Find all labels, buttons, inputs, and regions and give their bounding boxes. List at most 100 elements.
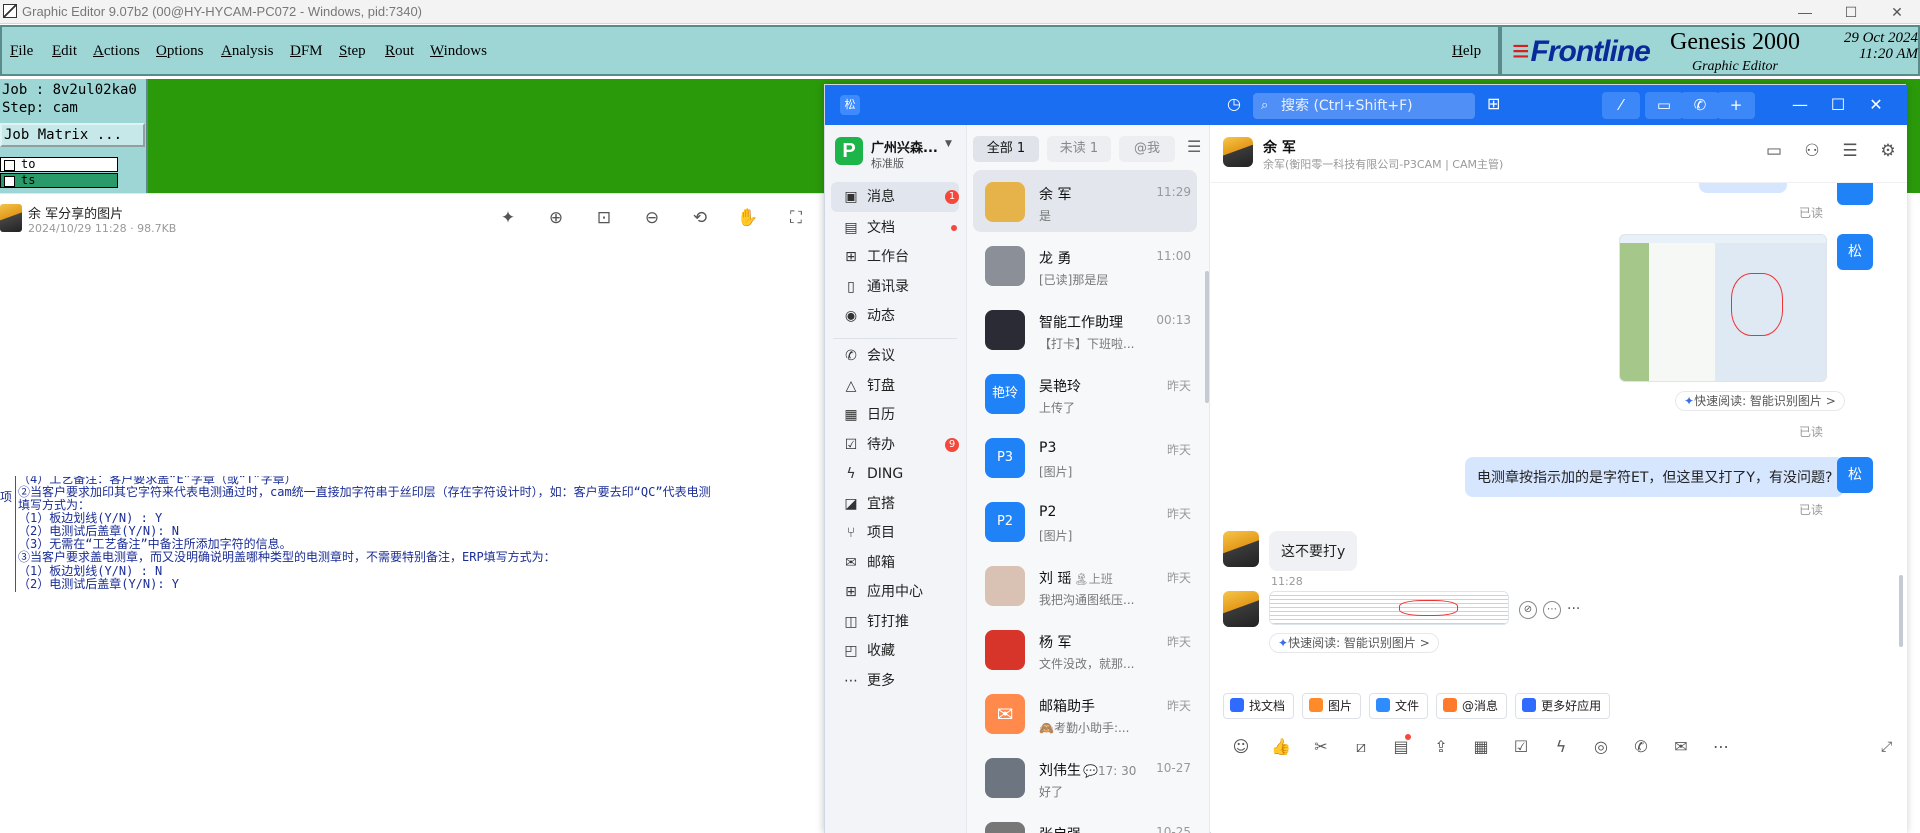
zoom-out-icon[interactable]: ⊖ bbox=[628, 206, 676, 230]
folder-icon[interactable]: ▭ bbox=[1755, 141, 1793, 161]
call-button[interactable]: ✆ bbox=[1681, 92, 1719, 119]
more-actions-icon[interactable]: ··· bbox=[1567, 601, 1580, 617]
todo-icon[interactable]: ☑ bbox=[1501, 737, 1541, 757]
sidebar-item-meeting[interactable]: ✆ 会议 bbox=[831, 341, 959, 371]
chat-scrollbar[interactable] bbox=[1899, 575, 1903, 647]
close-icon[interactable]: ✕ bbox=[1861, 93, 1891, 117]
menu-step[interactable]: Step bbox=[339, 43, 366, 60]
minimize-icon[interactable]: — bbox=[1785, 93, 1815, 117]
conversation-item[interactable]: P2 P2 昨天 [图片] bbox=[973, 490, 1197, 552]
close-icon[interactable]: ✕ bbox=[1874, 0, 1920, 24]
maximize-icon[interactable]: ☐ bbox=[1823, 93, 1853, 117]
conversation-item[interactable]: 张启强 10-25 bbox=[973, 810, 1197, 833]
conversation-item[interactable]: 刘 瑶 🏝上班 昨天 我把沟通图纸压... bbox=[973, 554, 1197, 616]
conversation-item[interactable]: ✉ 邮箱助手 昨天 🙈考勤小助手:... bbox=[973, 682, 1197, 744]
settings-icon[interactable]: ⚙ bbox=[1869, 141, 1907, 161]
image-button[interactable]: 图片 bbox=[1302, 693, 1362, 719]
image-message[interactable] bbox=[1269, 591, 1509, 625]
sidebar-item-yida[interactable]: ◪ 宜搭 bbox=[831, 489, 959, 519]
sidebar-item-ding[interactable]: ϟ DING bbox=[831, 459, 959, 489]
sidebar-item-contacts[interactable]: ▯ 通讯录 bbox=[831, 272, 959, 302]
like-icon[interactable]: 👍 bbox=[1261, 737, 1301, 757]
filter-all[interactable]: 全部 1 bbox=[973, 136, 1039, 162]
sidebar-item-feed[interactable]: ◉ 动态 bbox=[831, 301, 959, 331]
avatar[interactable] bbox=[1223, 531, 1259, 567]
find-doc-button[interactable]: 找文档 bbox=[1223, 693, 1295, 719]
conversation-item[interactable]: 杨 军 昨天 文件没改，就那... bbox=[973, 618, 1197, 680]
menu-file[interactable]: File bbox=[10, 43, 33, 60]
search-input[interactable]: ⌕ 搜索 (Ctrl+Shift+F) bbox=[1253, 93, 1475, 119]
location-icon[interactable]: ◎ bbox=[1581, 737, 1621, 757]
menu-dfm[interactable]: DFM bbox=[290, 43, 323, 60]
mention-button[interactable]: @消息 bbox=[1436, 693, 1508, 719]
avatar[interactable] bbox=[1223, 591, 1259, 627]
sidebar-item-favorites[interactable]: ◰ 收藏 bbox=[831, 636, 959, 666]
menu-rout[interactable]: Rout bbox=[385, 43, 414, 60]
sidebar-item-docs[interactable]: ▤ 文档 bbox=[831, 213, 959, 243]
call-icon[interactable]: ✆ bbox=[1621, 737, 1661, 757]
emoji-icon[interactable]: ☺ bbox=[1221, 737, 1261, 757]
sidebar-item-mail[interactable]: ✉ 邮箱 bbox=[831, 548, 959, 578]
conversation-item[interactable]: 刘伟生 💬17: 30 10-27 好了 bbox=[973, 746, 1197, 808]
sidebar-item-project[interactable]: ⑂ 项目 bbox=[831, 518, 959, 548]
conversation-item[interactable]: 余 军 11:29 是 bbox=[973, 170, 1197, 232]
rotate-icon[interactable]: ⟲ bbox=[676, 206, 724, 230]
sidebar-item-todo[interactable]: ☑ 待办 9 bbox=[831, 430, 959, 460]
add-button[interactable]: + bbox=[1717, 92, 1755, 119]
sidebar-item-more[interactable]: ⋯ 更多 bbox=[831, 666, 959, 696]
shortcut-icon[interactable]: ⧄ bbox=[1341, 737, 1381, 757]
minimize-icon[interactable]: — bbox=[1782, 0, 1828, 24]
scissors-icon[interactable]: ✂ bbox=[1301, 737, 1341, 757]
user-avatar[interactable]: 松 bbox=[840, 95, 860, 115]
menu-actions[interactable]: Actions bbox=[93, 43, 140, 60]
ai-analyze-icon[interactable]: ⊘ bbox=[1519, 601, 1537, 619]
more-icon[interactable]: ⋯ bbox=[1701, 737, 1741, 757]
list-scrollbar[interactable] bbox=[1205, 271, 1209, 403]
job-matrix-button[interactable]: Job Matrix ... bbox=[0, 123, 145, 147]
list-menu-icon[interactable]: ☰ bbox=[1187, 137, 1201, 156]
reply-icon[interactable]: ⋯ bbox=[1543, 601, 1561, 619]
quick-read-chip[interactable]: 快速阅读: 智能识别图片 > bbox=[1675, 391, 1845, 411]
conversation-item[interactable]: 龙 勇 11:00 [已读]那是层 bbox=[973, 234, 1197, 296]
sidebar-item-punch[interactable]: ◫ 钉打推 bbox=[831, 607, 959, 637]
conversation-item[interactable]: 智能工作助理 00:13 【打卡】下班啦... bbox=[973, 298, 1197, 360]
conversation-item[interactable]: P3 P3 昨天 [图片] bbox=[973, 426, 1197, 488]
quick-read-chip[interactable]: 快速阅读: 智能识别图片 > bbox=[1269, 633, 1439, 653]
calendar-icon[interactable]: ▦ bbox=[1461, 737, 1501, 757]
sidebar-item-workbench[interactable]: ⊞ 工作台 bbox=[831, 242, 959, 272]
apps-grid-icon[interactable]: ⊞ bbox=[1487, 94, 1500, 113]
avatar[interactable] bbox=[1223, 137, 1253, 167]
file-button[interactable]: 文件 bbox=[1369, 693, 1429, 719]
menu-windows[interactable]: Windows bbox=[430, 43, 487, 60]
filter-unread[interactable]: 未读 1 bbox=[1047, 136, 1111, 162]
layer-to[interactable]: to bbox=[0, 157, 118, 172]
doc-icon[interactable]: ▤ bbox=[1381, 734, 1421, 757]
conversation-item[interactable]: 艳玲 吴艳玲 昨天 上传了 bbox=[973, 362, 1197, 424]
menu-edit[interactable]: Edit bbox=[52, 43, 77, 60]
layer-ts[interactable]: ts bbox=[0, 173, 118, 188]
sidebar-item-calendar[interactable]: ▦ 日历 bbox=[831, 400, 959, 430]
magic-wand-icon[interactable]: ✦ bbox=[484, 206, 532, 230]
menu-options[interactable]: Options bbox=[156, 43, 204, 60]
search-history-icon[interactable]: ☰ bbox=[1831, 141, 1869, 161]
hand-icon[interactable]: ✋ bbox=[724, 206, 772, 230]
menu-analysis[interactable]: Analysis bbox=[221, 43, 274, 60]
screen-share-button[interactable]: ▭ bbox=[1645, 92, 1683, 119]
add-member-icon[interactable]: ⚇ bbox=[1793, 141, 1831, 161]
sidebar-item-messages[interactable]: ▣ 消息 1 bbox=[831, 182, 959, 212]
mail-icon[interactable]: ✉ bbox=[1661, 737, 1701, 757]
zoom-in-icon[interactable]: ⊕ bbox=[532, 206, 580, 230]
filter-mentions[interactable]: @我 bbox=[1119, 136, 1175, 162]
maximize-icon[interactable]: ☐ bbox=[1828, 0, 1874, 24]
ai-assistant-button[interactable]: ⁄ bbox=[1602, 92, 1640, 119]
expand-icon[interactable]: ⤢ bbox=[1881, 739, 1892, 755]
ding-icon[interactable]: ϟ bbox=[1541, 737, 1581, 757]
upload-icon[interactable]: ⇪ bbox=[1421, 737, 1461, 757]
actual-size-icon[interactable]: ⊡ bbox=[580, 206, 628, 230]
sidebar-item-apps[interactable]: ⊞ 应用中心 bbox=[831, 577, 959, 607]
more-apps-button[interactable]: 更多好应用 bbox=[1515, 693, 1611, 719]
message-bubble[interactable]: 电测章按指示加的是字符ET，但这里又打了Y，有没问题? bbox=[1465, 457, 1845, 497]
history-icon[interactable]: ◷ bbox=[1227, 94, 1241, 113]
image-message[interactable] bbox=[1619, 234, 1827, 382]
sidebar-item-drive[interactable]: △ 钉盘 bbox=[831, 371, 959, 401]
